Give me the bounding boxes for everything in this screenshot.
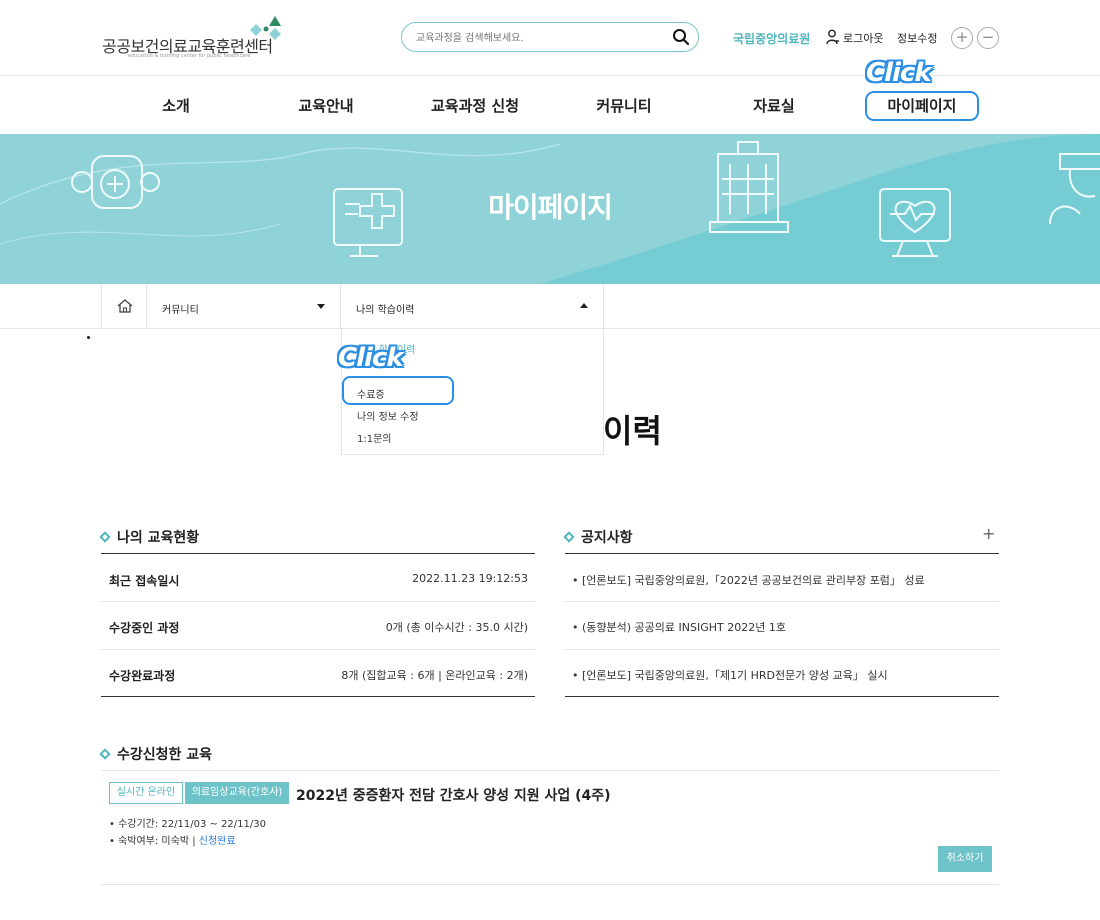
status-label: 수강완료과정 (109, 669, 176, 683)
edit-info-link[interactable]: 정보수정 (897, 30, 937, 46)
logo-subtitle: education & training center for public h… (128, 53, 251, 59)
highlight-certificate (342, 376, 454, 405)
course-period: • 수강기간: 22/11/03 ~ 22/11/30 (109, 819, 266, 830)
diamond-icon (99, 531, 111, 543)
home-button[interactable] (101, 284, 147, 328)
diamond-icon (99, 748, 111, 760)
section-title: 나의 교육현황 (117, 530, 200, 546)
lodging-status: 신청완료 (198, 836, 236, 847)
divider (565, 601, 999, 602)
org-link[interactable]: 국립중앙의료원 (733, 30, 810, 47)
click-annotation-mypage: Click (866, 58, 932, 88)
search-icon[interactable] (672, 28, 690, 46)
section-applied-courses: 수강신청한 교육 (99, 744, 213, 764)
zoom-out-button[interactable]: − (977, 27, 999, 49)
banner-title: 마이페이지 (488, 191, 613, 224)
location-dropdown-label: 커뮤니티 (162, 305, 199, 316)
status-value: 2022.11.23 19:12:53 (412, 572, 528, 585)
divider (565, 696, 999, 697)
divider (101, 884, 999, 885)
divider (101, 553, 535, 554)
divider (101, 770, 999, 771)
search-input[interactable] (416, 29, 666, 47)
divider (565, 649, 999, 650)
status-value: 0개 (총 이수시간 : 35.0 시간) (385, 621, 528, 634)
page-title: 이력 (603, 412, 662, 450)
logout-link[interactable]: 로그아웃 (843, 30, 883, 46)
nav-course-apply[interactable]: 교육과정 신청 (419, 95, 531, 116)
nav-community[interactable]: 커뮤니티 (568, 95, 680, 116)
notice-item[interactable]: • [언론보도] 국립중앙의료원,「2022년 공공보건의료 관리부장 포럼」 … (572, 572, 925, 588)
click-annotation-certificate: Click (338, 343, 404, 373)
nav-edu-guide[interactable]: 교육안내 (270, 95, 382, 116)
diamond-icon (563, 531, 575, 543)
user-icon (826, 29, 839, 45)
course-lodging: • 숙박여부: 미숙박 | 신청완료 (109, 832, 236, 847)
site-logo[interactable]: 공공보건의료교육훈련센터 education & training center… (100, 14, 290, 62)
section-notices: 공지사항 (563, 527, 633, 547)
notices-more-button[interactable]: + (982, 524, 995, 543)
section-title: 수강신청한 교육 (117, 747, 213, 763)
lodging-text: • 숙박여부: 미숙박 | (109, 836, 199, 847)
home-icon (117, 299, 133, 313)
nav-resources[interactable]: 자료실 (718, 95, 830, 116)
menu-item-edit-info[interactable]: 나의 정보 수정 (357, 408, 419, 423)
status-label: 최근 접속일시 (109, 574, 180, 588)
zoom-in-button[interactable]: + (951, 27, 973, 49)
notice-item[interactable]: • [언론보도] 국립중앙의료원,「제1기 HRD전문가 양성 교육」 실시 (572, 667, 888, 683)
nav-intro[interactable]: 소개 (120, 95, 232, 116)
course-title[interactable]: 2022년 중증환자 전담 간호사 양성 지원 사업 (4주) (296, 785, 611, 805)
stray-bullet (87, 336, 90, 339)
divider (101, 601, 535, 602)
main-nav: 소개 교육안내 교육과정 신청 커뮤니티 자료실 마이페이지 (0, 76, 1100, 134)
site-header: 공공보건의료교육훈련센터 education & training center… (0, 0, 1100, 76)
page-banner: 마이페이지 (0, 134, 1100, 284)
status-label: 수강중인 과정 (109, 621, 180, 635)
location-dropdown-history[interactable]: 나의 학습이력 (341, 284, 604, 328)
section-title: 공지사항 (581, 530, 633, 546)
location-dropdown-label: 나의 학습이력 (356, 305, 415, 316)
nav-mypage[interactable]: 마이페이지 (865, 91, 979, 121)
menu-item-inquiry[interactable]: 1:1문의 (357, 430, 392, 445)
divider (565, 553, 999, 554)
chevron-down-icon (317, 304, 325, 309)
status-value: 8개 (집합교육 : 6개 | 온라인교육 : 2개) (341, 669, 528, 682)
section-edu-status: 나의 교육현황 (99, 527, 200, 547)
chevron-up-icon (580, 303, 588, 308)
tag-category: 의료임상교육(간호사) (185, 782, 289, 804)
tag-realtime-online: 실시간 온라인 (109, 782, 183, 804)
location-bar: 커뮤니티 나의 학습이력 (0, 284, 1100, 329)
search-box (401, 22, 699, 52)
location-dropdown-community[interactable]: 커뮤니티 (147, 284, 341, 328)
notice-item[interactable]: • (동향분석) 공공의료 INSIGHT 2022년 1호 (572, 619, 786, 635)
divider (101, 649, 535, 650)
divider (101, 696, 535, 697)
cancel-button[interactable]: 취소하기 (938, 846, 992, 872)
